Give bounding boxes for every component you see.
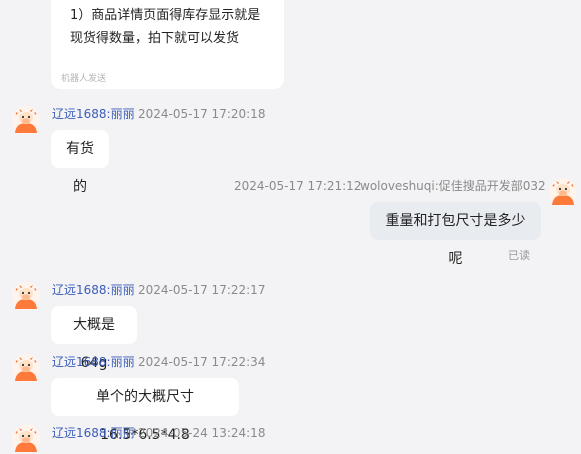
outgoing-message-bubble: 重量和打包尺寸是多少呢: [370, 202, 541, 267]
sender-name[interactable]: 辽远1688:丽丽: [52, 282, 135, 298]
message-bubble: 大概是 64g: [51, 306, 137, 371]
message-time: 2024-05-17 17:22:17: [138, 283, 266, 297]
seller-avatar[interactable]: [12, 282, 40, 310]
sender-name[interactable]: 辽远1688:丽丽: [52, 354, 135, 370]
message-text: 有货的: [66, 141, 94, 195]
robot-message-text: 1）商品详情页面得库存显示就是 现货得数量，拍下就可以发货: [70, 4, 270, 50]
buyer-avatar[interactable]: [549, 178, 577, 206]
robot-message-bubble: 1）商品详情页面得库存显示就是 现货得数量，拍下就可以发货 机器人发送: [51, 0, 284, 89]
seller-avatar[interactable]: [12, 425, 40, 453]
seller-avatar[interactable]: [12, 106, 40, 134]
message-time: 2024-05-17 17:20:18: [138, 107, 266, 121]
message-text: 重量和打包尺寸是多少呢: [385, 213, 526, 267]
read-status: 已读: [508, 249, 530, 262]
robot-message-line2: 现货得数量，拍下就可以发货: [70, 31, 240, 46]
robot-sent-label: 机器人发送: [61, 74, 107, 84]
message-time: 2024-05-17 17:22:34: [138, 355, 266, 369]
sender-name[interactable]: 辽远1688:丽丽: [52, 106, 135, 122]
seller-avatar[interactable]: [12, 354, 40, 382]
message-bubble: 单个的大概尺寸16.5*6.5*4.8: [51, 378, 239, 443]
message-time: 2024-05-17 17:21:12: [234, 179, 362, 193]
robot-message-line1: 1）商品详情页面得库存显示就是: [70, 8, 261, 23]
sender-name[interactable]: woloveshuqi:促佳搜品开发部032: [360, 178, 546, 194]
message-bubble: 有货的: [51, 130, 109, 195]
